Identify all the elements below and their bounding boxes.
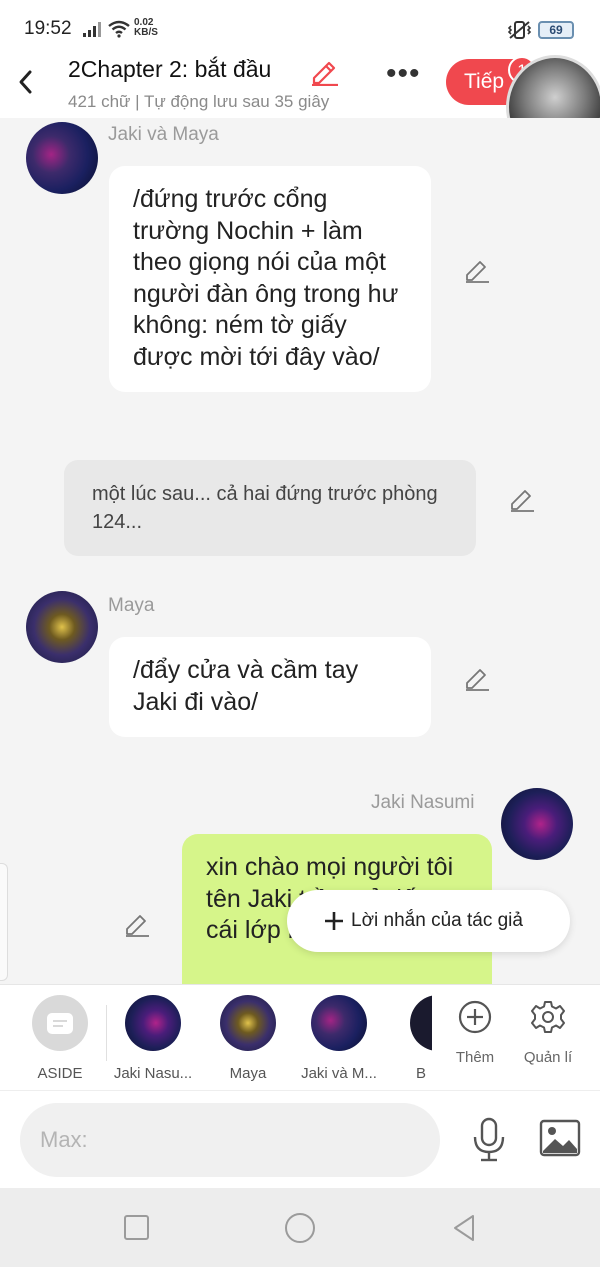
status-time: 19:52 bbox=[24, 18, 72, 39]
more-options-button[interactable]: ••• bbox=[386, 59, 426, 94]
aside-icon bbox=[47, 1013, 73, 1034]
message-input[interactable] bbox=[20, 1103, 440, 1177]
network-speed: 0.02 KB/S bbox=[134, 17, 158, 38]
chapter-title[interactable]: 2Chapter 2: bắt đầu bbox=[68, 56, 271, 83]
character-jaki-nasumi[interactable]: Jaki Nasu... bbox=[110, 995, 196, 1082]
character-avatar bbox=[311, 995, 367, 1051]
character-partial[interactable]: B bbox=[410, 995, 432, 1082]
author-note-button[interactable]: Lời nhắn của tác giả bbox=[287, 890, 570, 952]
gear-icon bbox=[531, 1001, 565, 1033]
aside-avatar bbox=[32, 995, 88, 1051]
character-jaki-and-maya[interactable]: Jaki và M... bbox=[296, 995, 382, 1082]
scroll-handle[interactable] bbox=[0, 863, 8, 981]
edit-title-icon[interactable] bbox=[308, 56, 340, 86]
input-bar bbox=[0, 1090, 600, 1188]
edit-message-icon[interactable] bbox=[123, 910, 151, 938]
chapter-status: 421 chữ | Tự động lưu sau 35 giây bbox=[68, 92, 330, 111]
manage-label: Quản lí bbox=[523, 1049, 573, 1066]
plus-icon bbox=[325, 912, 343, 930]
character-name: ASIDE bbox=[37, 1065, 83, 1082]
character-name: Jaki Nasu... bbox=[113, 1065, 193, 1082]
character-name: B bbox=[415, 1065, 426, 1082]
edit-narration-icon[interactable] bbox=[508, 485, 536, 513]
vibrate-icon bbox=[507, 21, 532, 39]
character-name: Maya bbox=[229, 1065, 267, 1082]
sender-name: Jaki Nasumi bbox=[371, 792, 475, 813]
home-button[interactable] bbox=[285, 1213, 315, 1243]
avatar-jaki-and-maya[interactable] bbox=[26, 122, 98, 194]
message-bubble[interactable]: /đứng trước cổng trường Nochin + làm the… bbox=[109, 166, 431, 392]
author-note-label: Lời nhắn của tác giả bbox=[351, 910, 523, 931]
character-avatar bbox=[125, 995, 181, 1051]
back-nav-icon[interactable] bbox=[451, 1214, 477, 1242]
add-label: Thêm bbox=[455, 1049, 495, 1066]
divider bbox=[106, 1005, 107, 1061]
character-name: Jaki và M... bbox=[301, 1065, 377, 1082]
back-button[interactable] bbox=[12, 62, 42, 102]
add-character-button[interactable]: Thêm bbox=[448, 999, 502, 1066]
character-avatar bbox=[220, 995, 276, 1051]
character-maya[interactable]: Maya bbox=[208, 995, 288, 1082]
system-nav-bar bbox=[0, 1188, 600, 1267]
wifi-icon bbox=[108, 20, 130, 38]
image-icon[interactable] bbox=[539, 1119, 581, 1157]
character-bar: ASIDE Jaki Nasu... Maya Jaki và M... B T… bbox=[0, 984, 600, 1090]
narration-block[interactable]: một lúc sau... cả hai đứng trước phòng 1… bbox=[64, 460, 476, 556]
edit-message-icon[interactable] bbox=[463, 256, 491, 284]
character-avatar bbox=[410, 995, 432, 1051]
status-bar: 19:52 0.02 KB/S 69 bbox=[0, 0, 600, 56]
avatar-maya[interactable] bbox=[26, 591, 98, 663]
message-bubble[interactable]: /đẩy cửa và cầm tay Jaki đi vào/ bbox=[109, 637, 431, 737]
sender-name: Maya bbox=[108, 595, 155, 616]
signal-icon bbox=[83, 22, 101, 37]
character-aside[interactable]: ASIDE bbox=[20, 995, 100, 1082]
sender-name: Jaki và Maya bbox=[108, 124, 219, 145]
recent-apps-button[interactable] bbox=[124, 1215, 149, 1240]
add-circle-icon bbox=[458, 1000, 492, 1034]
chat-area[interactable]: Jaki và Maya /đứng trước cổng trường Noc… bbox=[0, 118, 600, 984]
edit-message-icon[interactable] bbox=[463, 664, 491, 692]
avatar-jaki[interactable] bbox=[501, 788, 573, 860]
manage-button[interactable]: Quản lí bbox=[520, 999, 576, 1066]
microphone-icon[interactable] bbox=[470, 1117, 508, 1163]
battery-indicator: 69 bbox=[538, 21, 574, 39]
